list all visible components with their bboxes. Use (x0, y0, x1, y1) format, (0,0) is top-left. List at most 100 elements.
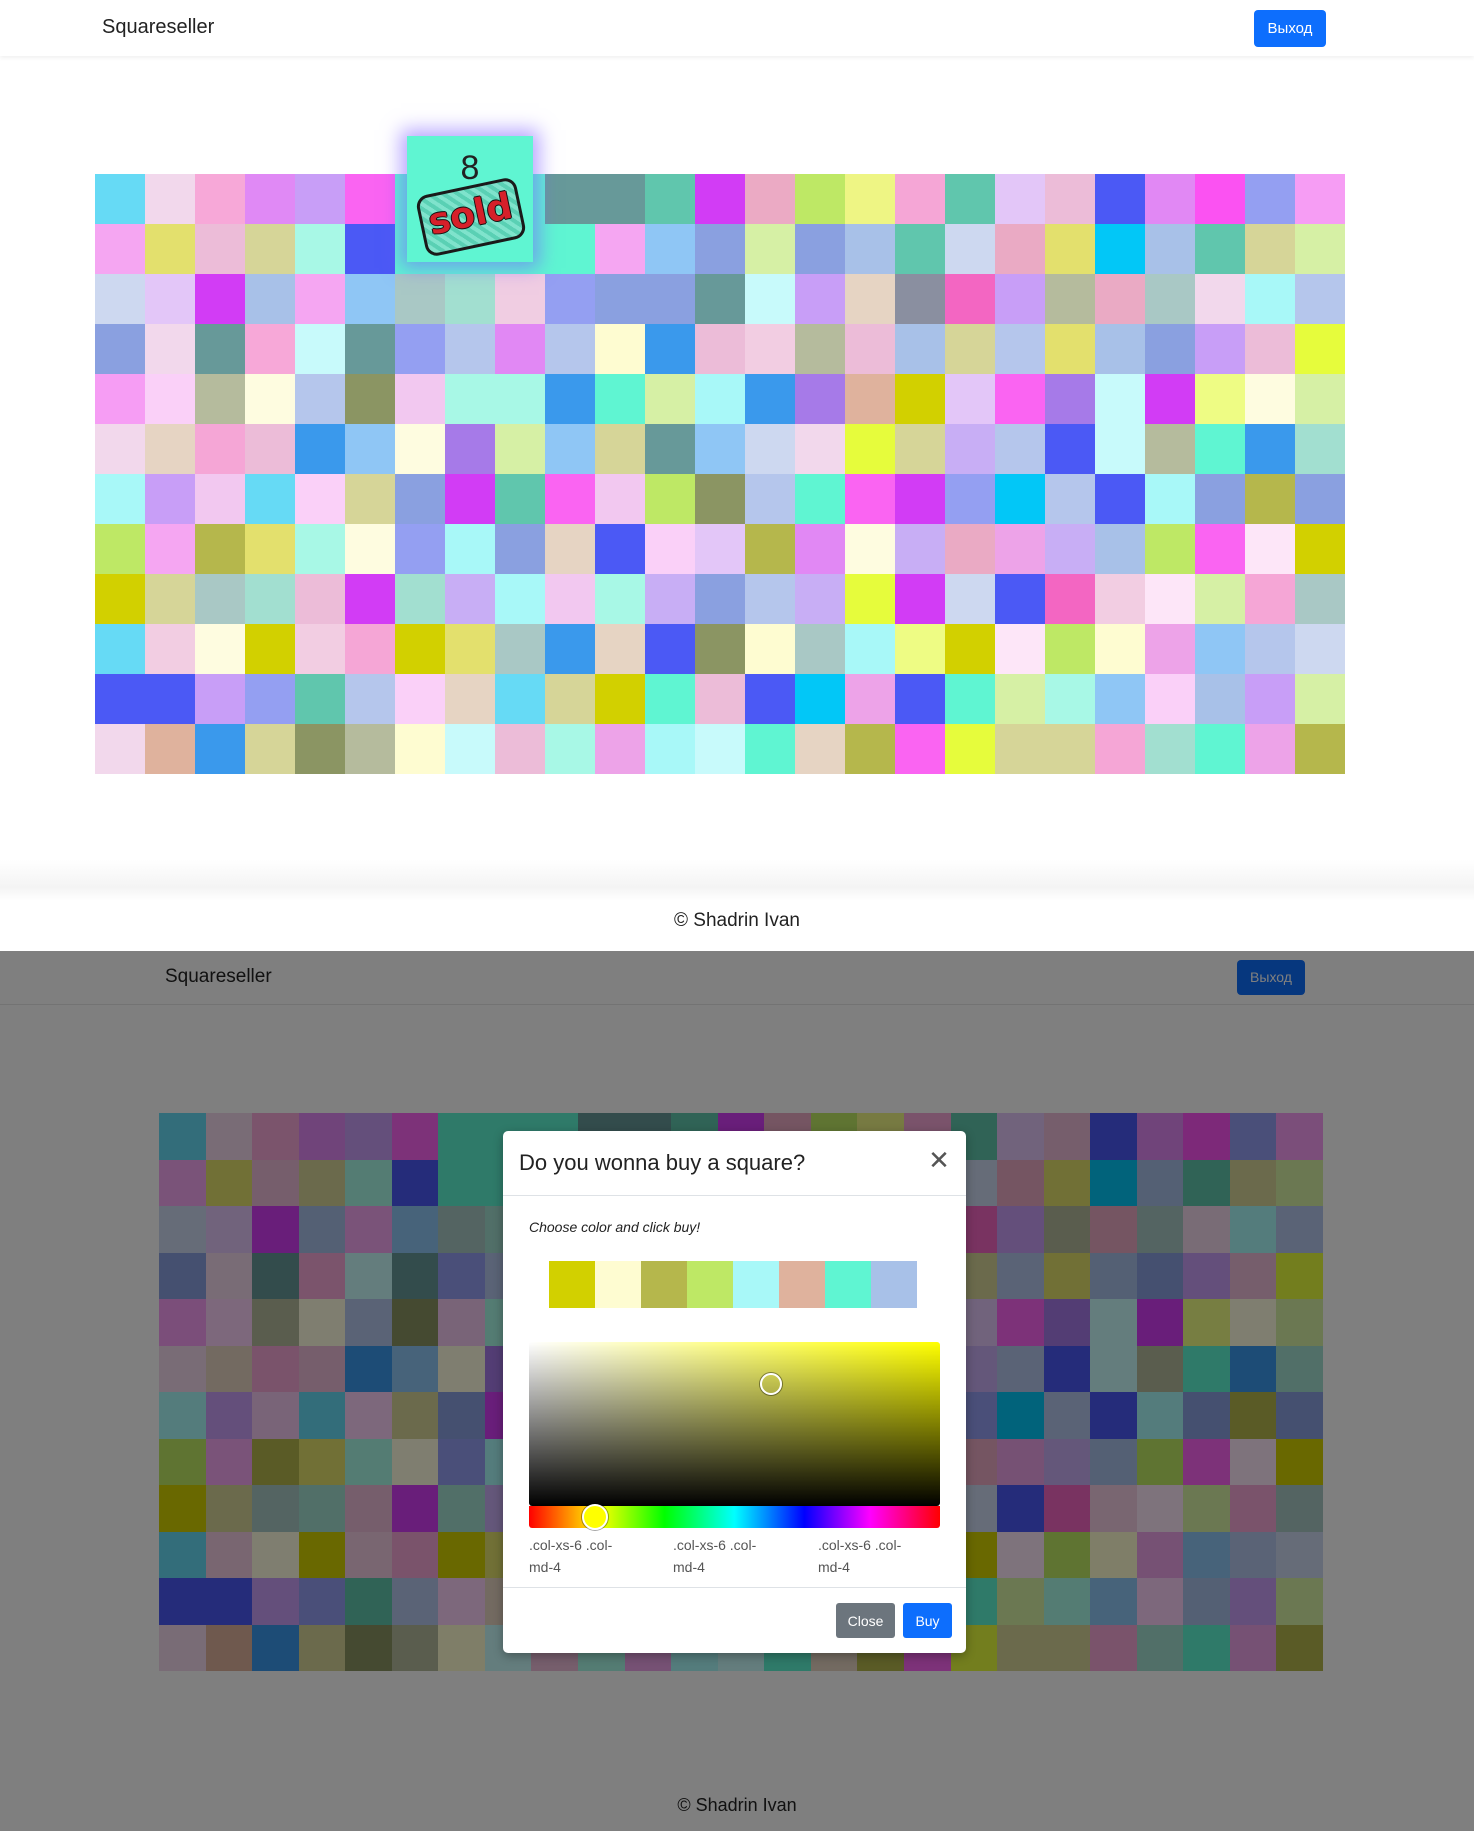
grid-square[interactable] (695, 574, 745, 624)
grid-square[interactable] (195, 424, 245, 474)
grid-square[interactable] (195, 324, 245, 374)
grid-square[interactable] (845, 574, 895, 624)
grid-square[interactable] (945, 574, 995, 624)
grid-square[interactable] (1245, 374, 1295, 424)
grid-square[interactable] (1145, 574, 1195, 624)
grid-square[interactable] (345, 474, 395, 524)
grid-square[interactable] (995, 474, 1045, 524)
grid-square[interactable] (245, 524, 295, 574)
grid-square[interactable] (95, 424, 145, 474)
grid-square[interactable] (445, 324, 495, 374)
grid-square[interactable] (1145, 224, 1195, 274)
grid-square[interactable] (645, 474, 695, 524)
grid-square[interactable] (545, 174, 595, 224)
close-button[interactable]: Close (836, 1603, 895, 1638)
grid-square[interactable] (195, 174, 245, 224)
grid-square[interactable] (1245, 524, 1295, 574)
grid-square[interactable] (1295, 624, 1345, 674)
grid-square[interactable] (395, 724, 445, 774)
logout-button[interactable]: Выход (1254, 10, 1326, 47)
grid-square[interactable] (845, 374, 895, 424)
grid-square[interactable] (345, 224, 395, 274)
grid-square[interactable] (195, 474, 245, 524)
grid-square[interactable] (195, 574, 245, 624)
grid-square[interactable] (195, 624, 245, 674)
grid-square[interactable] (895, 574, 945, 624)
grid-square[interactable] (595, 274, 645, 324)
grid-square[interactable] (695, 474, 745, 524)
grid-square[interactable] (345, 674, 395, 724)
grid-square[interactable] (245, 324, 295, 374)
grid-square[interactable] (245, 424, 295, 474)
grid-square[interactable] (245, 274, 295, 324)
grid-square[interactable] (1145, 174, 1195, 224)
grid-square[interactable] (795, 424, 845, 474)
grid-square[interactable] (445, 274, 495, 324)
grid-square[interactable] (345, 524, 395, 574)
grid-square[interactable] (545, 374, 595, 424)
grid-square[interactable] (1095, 274, 1145, 324)
grid-square[interactable] (995, 424, 1045, 474)
grid-square[interactable] (95, 624, 145, 674)
grid-square[interactable] (395, 574, 445, 624)
grid-square[interactable] (395, 624, 445, 674)
grid-square[interactable] (1245, 174, 1295, 224)
grid-square[interactable] (245, 374, 295, 424)
grid-square[interactable] (495, 324, 545, 374)
grid-square[interactable] (595, 574, 645, 624)
grid-square[interactable] (295, 724, 345, 774)
grid-square[interactable] (795, 574, 845, 624)
grid-square[interactable] (995, 674, 1045, 724)
grid-square[interactable] (945, 524, 995, 574)
grid-square[interactable] (595, 374, 645, 424)
grid-square[interactable] (795, 524, 845, 574)
close-icon[interactable]: ✕ (927, 1147, 951, 1173)
grid-square[interactable] (1295, 674, 1345, 724)
grid-square[interactable] (495, 524, 545, 574)
grid-square[interactable] (745, 224, 795, 274)
grid-square[interactable] (995, 374, 1045, 424)
grid-square[interactable] (845, 724, 895, 774)
grid-square[interactable] (495, 624, 545, 674)
grid-square[interactable] (1195, 524, 1245, 574)
grid-square[interactable] (145, 674, 195, 724)
grid-square[interactable] (945, 474, 995, 524)
grid-square[interactable] (645, 524, 695, 574)
grid-square[interactable] (1095, 224, 1145, 274)
grid-square[interactable] (245, 174, 295, 224)
grid-square[interactable] (595, 524, 645, 574)
grid-square[interactable] (1145, 624, 1195, 674)
grid-square[interactable] (95, 724, 145, 774)
grid-square[interactable] (845, 624, 895, 674)
grid-square[interactable] (1045, 724, 1095, 774)
grid-square[interactable] (1045, 174, 1095, 224)
grid-square[interactable] (1295, 274, 1345, 324)
grid-square[interactable] (1095, 374, 1145, 424)
grid-square[interactable] (795, 474, 845, 524)
grid-square[interactable] (995, 274, 1045, 324)
color-swatch[interactable] (549, 1261, 595, 1308)
grid-square[interactable] (1145, 274, 1195, 324)
grid-square[interactable] (245, 674, 295, 724)
grid-square[interactable] (1245, 224, 1295, 274)
grid-square[interactable] (1295, 424, 1345, 474)
grid-square[interactable] (845, 174, 895, 224)
grid-square[interactable] (1045, 324, 1095, 374)
grid-square[interactable] (395, 474, 445, 524)
grid-square[interactable] (495, 424, 545, 474)
grid-square[interactable] (1195, 324, 1245, 374)
color-swatch[interactable] (779, 1261, 825, 1308)
grid-square[interactable] (1145, 724, 1195, 774)
grid-square[interactable] (145, 624, 195, 674)
grid-square[interactable] (745, 624, 795, 674)
grid-square[interactable] (695, 674, 745, 724)
grid-square[interactable] (745, 424, 795, 474)
hue-slider-handle[interactable] (582, 1504, 608, 1530)
grid-square[interactable] (1295, 224, 1345, 274)
grid-square[interactable] (495, 274, 545, 324)
grid-square[interactable] (845, 474, 895, 524)
grid-square[interactable] (95, 474, 145, 524)
grid-square[interactable] (845, 274, 895, 324)
grid-square[interactable] (445, 574, 495, 624)
grid-square[interactable] (145, 474, 195, 524)
